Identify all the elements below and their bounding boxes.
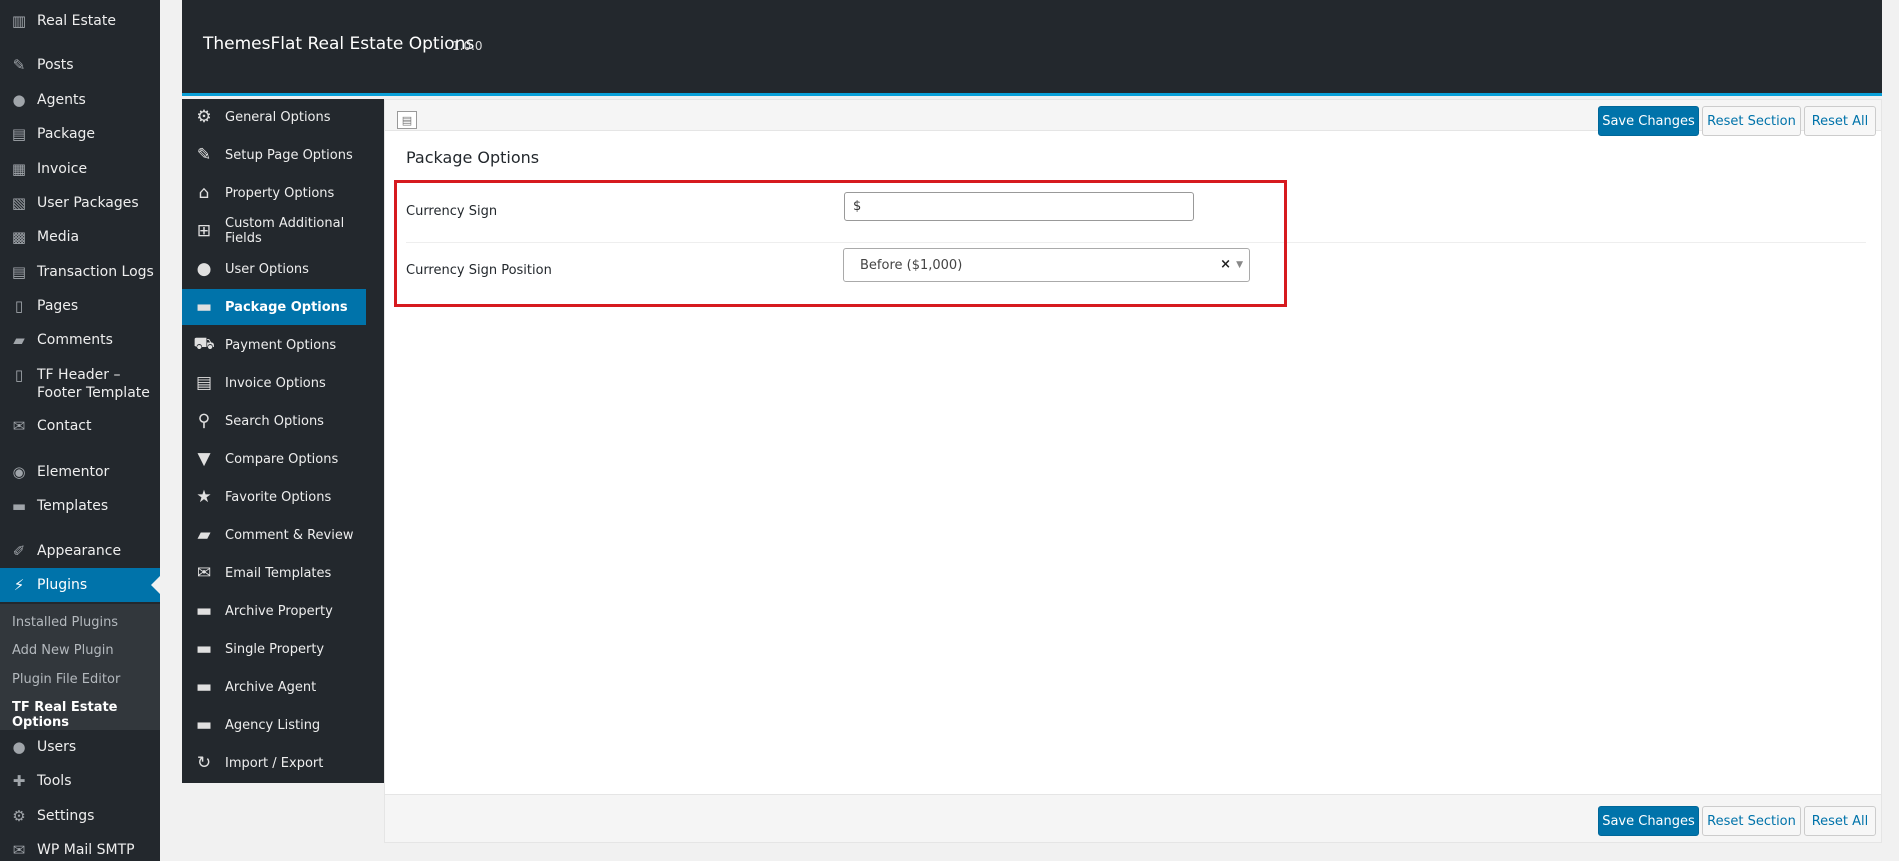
gear-icon: ⚙ (196, 107, 212, 127)
options-tab-agency-listing[interactable]: ▬ Agency Listing (182, 707, 384, 743)
wp-menu-comments[interactable]: ▰ Comments (0, 326, 160, 354)
options-tab-search[interactable]: ⚲ Search Options (182, 403, 384, 439)
pin-icon: ✎ (12, 56, 26, 74)
elementor-icon: ◉ (12, 463, 26, 481)
wp-menu-wp-mail-smtp[interactable]: ✉ WP Mail SMTP (0, 836, 160, 861)
wp-menu-invoice[interactable]: ▦ Invoice (0, 155, 160, 183)
wp-menu-elementor[interactable]: ◉ Elementor (0, 458, 160, 486)
media-icon: ▩ (11, 228, 27, 246)
folder-icon: ▬ (195, 639, 213, 659)
logs-icon: ▤ (11, 263, 27, 281)
add-file-icon: ⊞ (196, 221, 212, 241)
wp-menu-templates[interactable]: ▬ Templates (0, 492, 160, 520)
clipboard-icon: ▤ (195, 373, 213, 393)
highlight-box (394, 180, 1287, 307)
options-tab-custom-fields[interactable]: ⊞ Custom Additional Fields (182, 213, 384, 249)
wp-menu-pages[interactable]: ▯ Pages (0, 292, 160, 320)
wp-admin-menu: ▥ Real Estate ✎ Posts ● Agents ▤ Package ▦ In… (0, 0, 160, 861)
options-tab-payment[interactable]: ⛟ Payment Options (182, 327, 384, 363)
home-icon: ⌂ (198, 183, 210, 203)
options-tab-favorite[interactable]: ★ Favorite Options (182, 479, 384, 515)
options-tab-package[interactable]: ▬ Package Options (182, 289, 366, 325)
pages-icon: ▯ (14, 297, 24, 315)
reset-all-button-bottom[interactable]: Reset All (1804, 806, 1876, 836)
reset-section-button-bottom[interactable]: Reset Section (1702, 806, 1801, 836)
submenu-tf-real-estate-options[interactable]: TF Real Estate Options (12, 700, 160, 730)
folder-icon: ▬ (11, 497, 27, 515)
expand-options-icon[interactable]: ▤ (397, 111, 417, 129)
cart-icon: ⛟ (193, 334, 215, 354)
options-tab-property[interactable]: ⌂ Property Options (182, 175, 384, 211)
wp-menu-posts[interactable]: ✎ Posts (0, 51, 160, 79)
mail-icon: ✉ (12, 841, 26, 859)
wp-menu-agents[interactable]: ● Agents (0, 86, 160, 114)
user-icon: ● (196, 259, 212, 279)
wp-menu-contact[interactable]: ✉ Contact (0, 412, 160, 440)
options-tab-email-templates[interactable]: ✉ Email Templates (182, 555, 384, 591)
reset-all-button-top[interactable]: Reset All (1804, 106, 1876, 136)
version-badge: 1.0.0 (452, 39, 483, 53)
wp-menu-users[interactable]: ● Users (0, 733, 160, 761)
filter-icon: ▼ (197, 449, 211, 469)
wp-menu-plugins[interactable]: ⚡ Plugins (0, 568, 160, 602)
options-tab-setup-page[interactable]: ✎ Setup Page Options (182, 137, 384, 173)
options-tab-comment-review[interactable]: ▰ Comment & Review (182, 517, 384, 553)
wp-menu-appearance[interactable]: ✐ Appearance (0, 537, 160, 565)
options-sidebar: ⚙ General Options ✎ Setup Page Options ⌂ Pr… (182, 99, 384, 783)
submenu-add-new-plugin[interactable]: Add New Plugin (12, 643, 114, 658)
wp-menu-user-packages[interactable]: ▧ User Packages (0, 189, 160, 217)
wrench-icon: ✚ (12, 772, 26, 790)
user-packages-icon: ▧ (11, 194, 27, 212)
invoice-icon: ▦ (11, 160, 27, 178)
options-tab-archive-agent[interactable]: ▬ Archive Agent (182, 669, 384, 705)
wp-menu-transaction-logs[interactable]: ▤ Transaction Logs (0, 258, 160, 286)
plug-icon: ⚡ (13, 576, 25, 594)
wp-menu-real-estate[interactable]: ▥ Real Estate (0, 7, 160, 35)
comment-icon: ▰ (197, 525, 211, 545)
wrench-icon: ✎ (196, 145, 212, 165)
page-title: ThemesFlat Real Estate Options (203, 34, 475, 54)
search-icon: ⚲ (197, 411, 211, 431)
refresh-icon: ↻ (196, 753, 212, 773)
wp-menu-tf-header-footer[interactable]: ▯ TF Header – Footer Template (0, 362, 160, 402)
options-tab-invoice[interactable]: ▤ Invoice Options (182, 365, 384, 401)
wp-menu-media[interactable]: ▩ Media (0, 223, 160, 251)
submenu-installed-plugins[interactable]: Installed Plugins (12, 615, 118, 630)
building-icon: ▥ (11, 12, 27, 30)
folder-icon: ▬ (195, 677, 213, 697)
save-changes-button-bottom[interactable]: Save Changes (1598, 806, 1699, 836)
mail-icon: ✉ (196, 563, 212, 583)
template-icon: ▯ (14, 366, 24, 384)
folder-icon: ▬ (195, 601, 213, 621)
options-tab-user[interactable]: ● User Options (182, 251, 384, 287)
options-header: ThemesFlat Real Estate Options 1.0.0 (182, 0, 1882, 96)
folder-icon: ▬ (195, 715, 213, 735)
brush-icon: ✐ (12, 542, 26, 560)
wp-menu-package[interactable]: ▤ Package (0, 120, 160, 148)
wp-menu-tools[interactable]: ✚ Tools (0, 767, 160, 795)
wp-menu-settings[interactable]: ⚙ Settings (0, 802, 160, 830)
mail-icon: ✉ (12, 417, 26, 435)
submenu-plugin-file-editor[interactable]: Plugin File Editor (12, 672, 120, 687)
save-changes-button-top[interactable]: Save Changes (1598, 106, 1699, 136)
user-icon: ● (12, 738, 26, 756)
section-title: Package Options (406, 148, 540, 167)
comment-icon: ▰ (13, 331, 25, 349)
reset-section-button-top[interactable]: Reset Section (1702, 106, 1801, 136)
options-tab-import-export[interactable]: ↻ Import / Export (182, 745, 384, 781)
plugins-submenu: Installed Plugins Add New Plugin Plugin … (0, 604, 160, 730)
options-tab-general[interactable]: ⚙ General Options (182, 99, 384, 135)
package-icon: ▤ (11, 125, 27, 143)
options-tab-single-property[interactable]: ▬ Single Property (182, 631, 384, 667)
options-tab-compare[interactable]: ▼ Compare Options (182, 441, 384, 477)
settings-icon: ⚙ (12, 807, 26, 825)
star-icon: ★ (196, 487, 212, 507)
folder-icon: ▬ (195, 297, 213, 317)
options-tab-archive-property[interactable]: ▬ Archive Property (182, 593, 384, 629)
user-icon: ● (12, 91, 26, 109)
